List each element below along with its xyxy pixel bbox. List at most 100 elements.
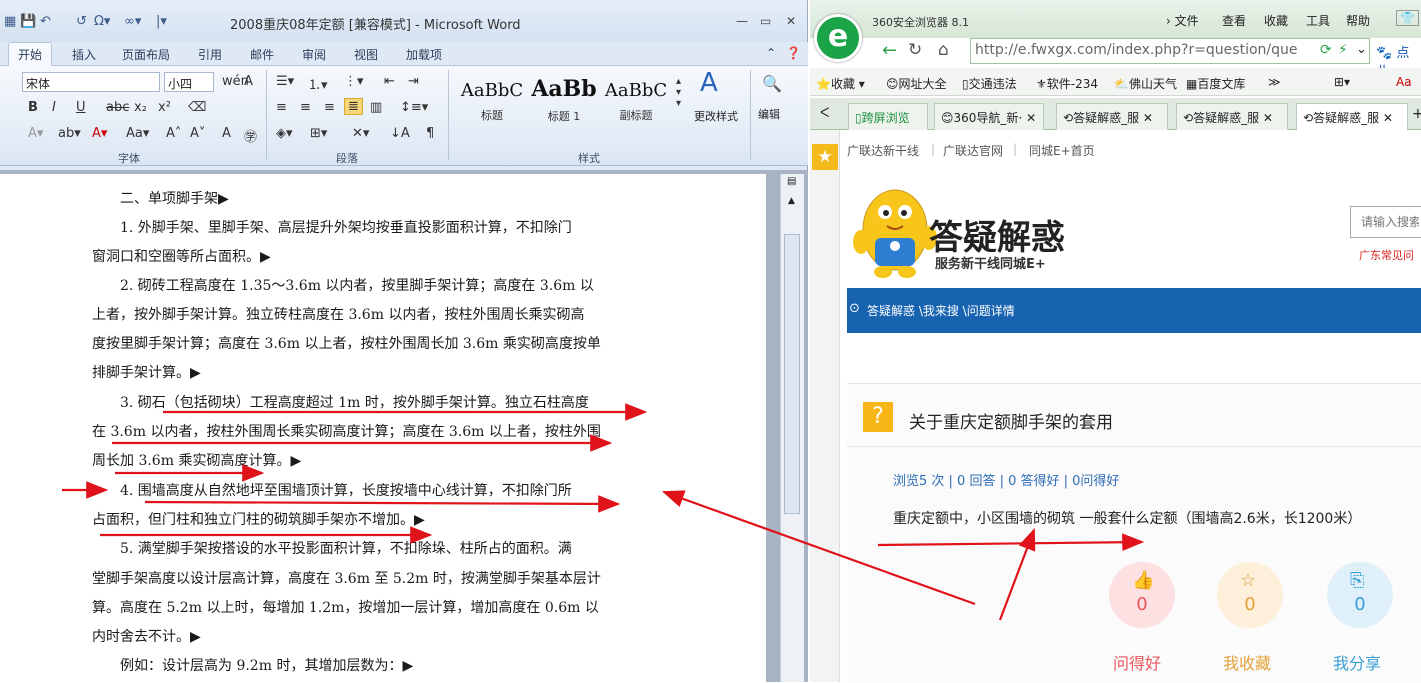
favorite-label[interactable]: 我收藏: [1223, 650, 1271, 674]
sidebar-favorites-icon[interactable]: ★: [812, 144, 838, 170]
tab-home[interactable]: 开始: [8, 42, 53, 67]
menu-favorites[interactable]: 收藏: [1264, 12, 1288, 29]
favorites-button[interactable]: ⭐收藏 ▾: [816, 75, 865, 92]
strikethrough-icon[interactable]: abc: [106, 100, 129, 115]
find-icon[interactable]: 🔍: [762, 74, 782, 93]
breadcrumb[interactable]: 答疑解惑 \我来搜 \问题详情: [867, 302, 1015, 319]
word-icon[interactable]: ▦: [4, 14, 16, 29]
toplink[interactable]: 广联达新干线: [847, 142, 919, 159]
tab-addins[interactable]: 加载项: [406, 46, 442, 63]
fav-item[interactable]: ⚜软件-234: [1036, 75, 1098, 92]
toplink[interactable]: 同城E+首页: [1029, 142, 1095, 159]
style-subtitle[interactable]: AaBbC 副标题: [600, 72, 672, 130]
translate-icon[interactable]: Aa: [1396, 75, 1412, 89]
skin-icon[interactable]: 👕: [1396, 10, 1419, 26]
increase-indent-icon[interactable]: ⇥: [408, 74, 419, 89]
shrink-font-icon[interactable]: A˅: [190, 126, 205, 141]
search-input[interactable]: [1350, 206, 1421, 238]
change-styles-button[interactable]: 更改样式: [694, 108, 738, 124]
chinese-layout-icon[interactable]: ✕▾: [352, 126, 369, 141]
style-heading-1[interactable]: AaBb 标题 1: [528, 72, 600, 130]
show-marks-icon[interactable]: ¶: [426, 126, 434, 141]
refresh-icon[interactable]: ↻: [908, 40, 922, 60]
toplink[interactable]: 广联达官网: [943, 142, 1003, 159]
share-button[interactable]: ⎘ 0: [1327, 562, 1393, 628]
vertical-scrollbar[interactable]: ▤ ▲: [780, 174, 804, 682]
line-spacing-icon[interactable]: ↕≡▾: [400, 100, 428, 115]
decrease-indent-icon[interactable]: ⇤: [384, 74, 395, 89]
browser-tab[interactable]: ▯跨屏浏览: [848, 103, 928, 130]
link-icon[interactable]: ∞▾: [124, 14, 141, 29]
browser-tab[interactable]: 😊360导航_新· ✕: [934, 103, 1044, 130]
align-right-icon[interactable]: ≡: [324, 100, 335, 115]
fav-item[interactable]: ▦百度文库: [1186, 75, 1245, 92]
fav-item[interactable]: 😊网址大全: [886, 75, 947, 92]
tab-layout[interactable]: 页面布局: [122, 46, 170, 63]
tab-insert[interactable]: 插入: [72, 46, 96, 63]
sync-icon[interactable]: ⟳: [1320, 42, 1332, 58]
help-icon[interactable]: ❓: [786, 46, 801, 60]
menu-view[interactable]: 查看: [1222, 12, 1246, 29]
align-left-icon[interactable]: ≡: [276, 100, 287, 115]
browser-tab[interactable]: ⟲答疑解惑_服 ✕: [1176, 103, 1288, 130]
browser-tab-active[interactable]: ⟲答疑解惑_服 ✕: [1296, 103, 1408, 130]
bullets-icon[interactable]: ☰▾: [276, 74, 294, 89]
subscript-icon[interactable]: x₂: [134, 100, 147, 115]
underline-icon[interactable]: U: [76, 100, 86, 115]
menu-tools[interactable]: 工具: [1306, 12, 1330, 29]
tab-references[interactable]: 引用: [198, 46, 222, 63]
tab-scroll-left-icon[interactable]: ᐸ: [820, 106, 829, 121]
tab-review[interactable]: 审阅: [302, 46, 326, 63]
char-border-icon[interactable]: A: [244, 74, 253, 89]
scroll-thumb[interactable]: [784, 234, 800, 514]
font-name-combo[interactable]: 宋体: [22, 72, 160, 92]
hot-question-link[interactable]: 广东常见问: [1359, 247, 1414, 263]
justify-icon[interactable]: ≣: [344, 98, 363, 115]
enclose-char-icon[interactable]: ㊫: [244, 126, 257, 145]
font-size-combo[interactable]: 小四: [164, 72, 214, 92]
distribute-icon[interactable]: ▥: [370, 100, 382, 115]
text-effect-icon[interactable]: A▾: [28, 126, 43, 141]
borders-icon[interactable]: ⊞▾: [310, 126, 327, 141]
close-icon[interactable]: ✕: [786, 14, 796, 28]
ask-good-button[interactable]: 👍 0: [1109, 562, 1175, 628]
undo-icon[interactable]: ↶: [40, 14, 51, 29]
change-styles-icon[interactable]: A: [700, 68, 718, 98]
ask-good-label[interactable]: 问得好: [1113, 650, 1161, 674]
fav-item[interactable]: ▯交通违法: [962, 75, 1017, 92]
char-shading-icon[interactable]: A: [222, 126, 231, 141]
numbering-icon[interactable]: ⒈▾: [308, 74, 328, 93]
ruler-toggle-icon[interactable]: ▤: [787, 176, 796, 187]
fav-item[interactable]: ⛅佛山天气: [1114, 75, 1177, 92]
customize-icon[interactable]: |▾: [156, 14, 167, 29]
bold-icon[interactable]: B: [28, 100, 38, 115]
scroll-up-icon[interactable]: ▲: [788, 196, 795, 206]
speed-icon[interactable]: ⚡: [1338, 42, 1348, 58]
style-heading[interactable]: AaBbC 标题: [456, 72, 528, 130]
tab-view[interactable]: 视图: [354, 46, 378, 63]
menu-file[interactable]: › 文件: [1166, 12, 1199, 29]
edit-button[interactable]: 编辑: [758, 106, 780, 122]
italic-icon[interactable]: I: [52, 100, 56, 115]
redo-icon[interactable]: ↺: [76, 14, 87, 29]
change-case-icon[interactable]: Aa▾: [126, 126, 149, 141]
maximize-icon[interactable]: ▭: [760, 14, 771, 28]
more-favs-icon[interactable]: ≫: [1268, 75, 1281, 89]
sort-icon[interactable]: ↓A: [390, 126, 410, 141]
highlight-icon[interactable]: ab▾: [58, 126, 81, 141]
tab-mailings[interactable]: 邮件: [250, 46, 274, 63]
menu-help[interactable]: 帮助: [1346, 12, 1370, 29]
superscript-icon[interactable]: x²: [158, 100, 171, 115]
dropdown-icon[interactable]: ⌄: [1356, 42, 1367, 57]
align-center-icon[interactable]: ≡: [300, 100, 311, 115]
styles-scroll-icon[interactable]: ▴ ▾ ▾: [676, 76, 681, 109]
favorite-button[interactable]: ☆ 0: [1217, 562, 1283, 628]
home-icon[interactable]: ⌂: [938, 40, 949, 60]
minimize-icon[interactable]: —: [736, 14, 748, 28]
font-color-icon[interactable]: A▾: [92, 126, 107, 141]
collapse-ribbon-icon[interactable]: ⌃: [766, 46, 776, 60]
share-label[interactable]: 我分享: [1333, 650, 1381, 674]
document-page[interactable]: 二、单项脚手架▶ 1. 外脚手架、里脚手架、高层提升外架均按垂直投影面积计算，不…: [0, 174, 766, 682]
save-icon[interactable]: 💾: [20, 14, 36, 29]
multilevel-icon[interactable]: ⋮▾: [344, 74, 364, 89]
